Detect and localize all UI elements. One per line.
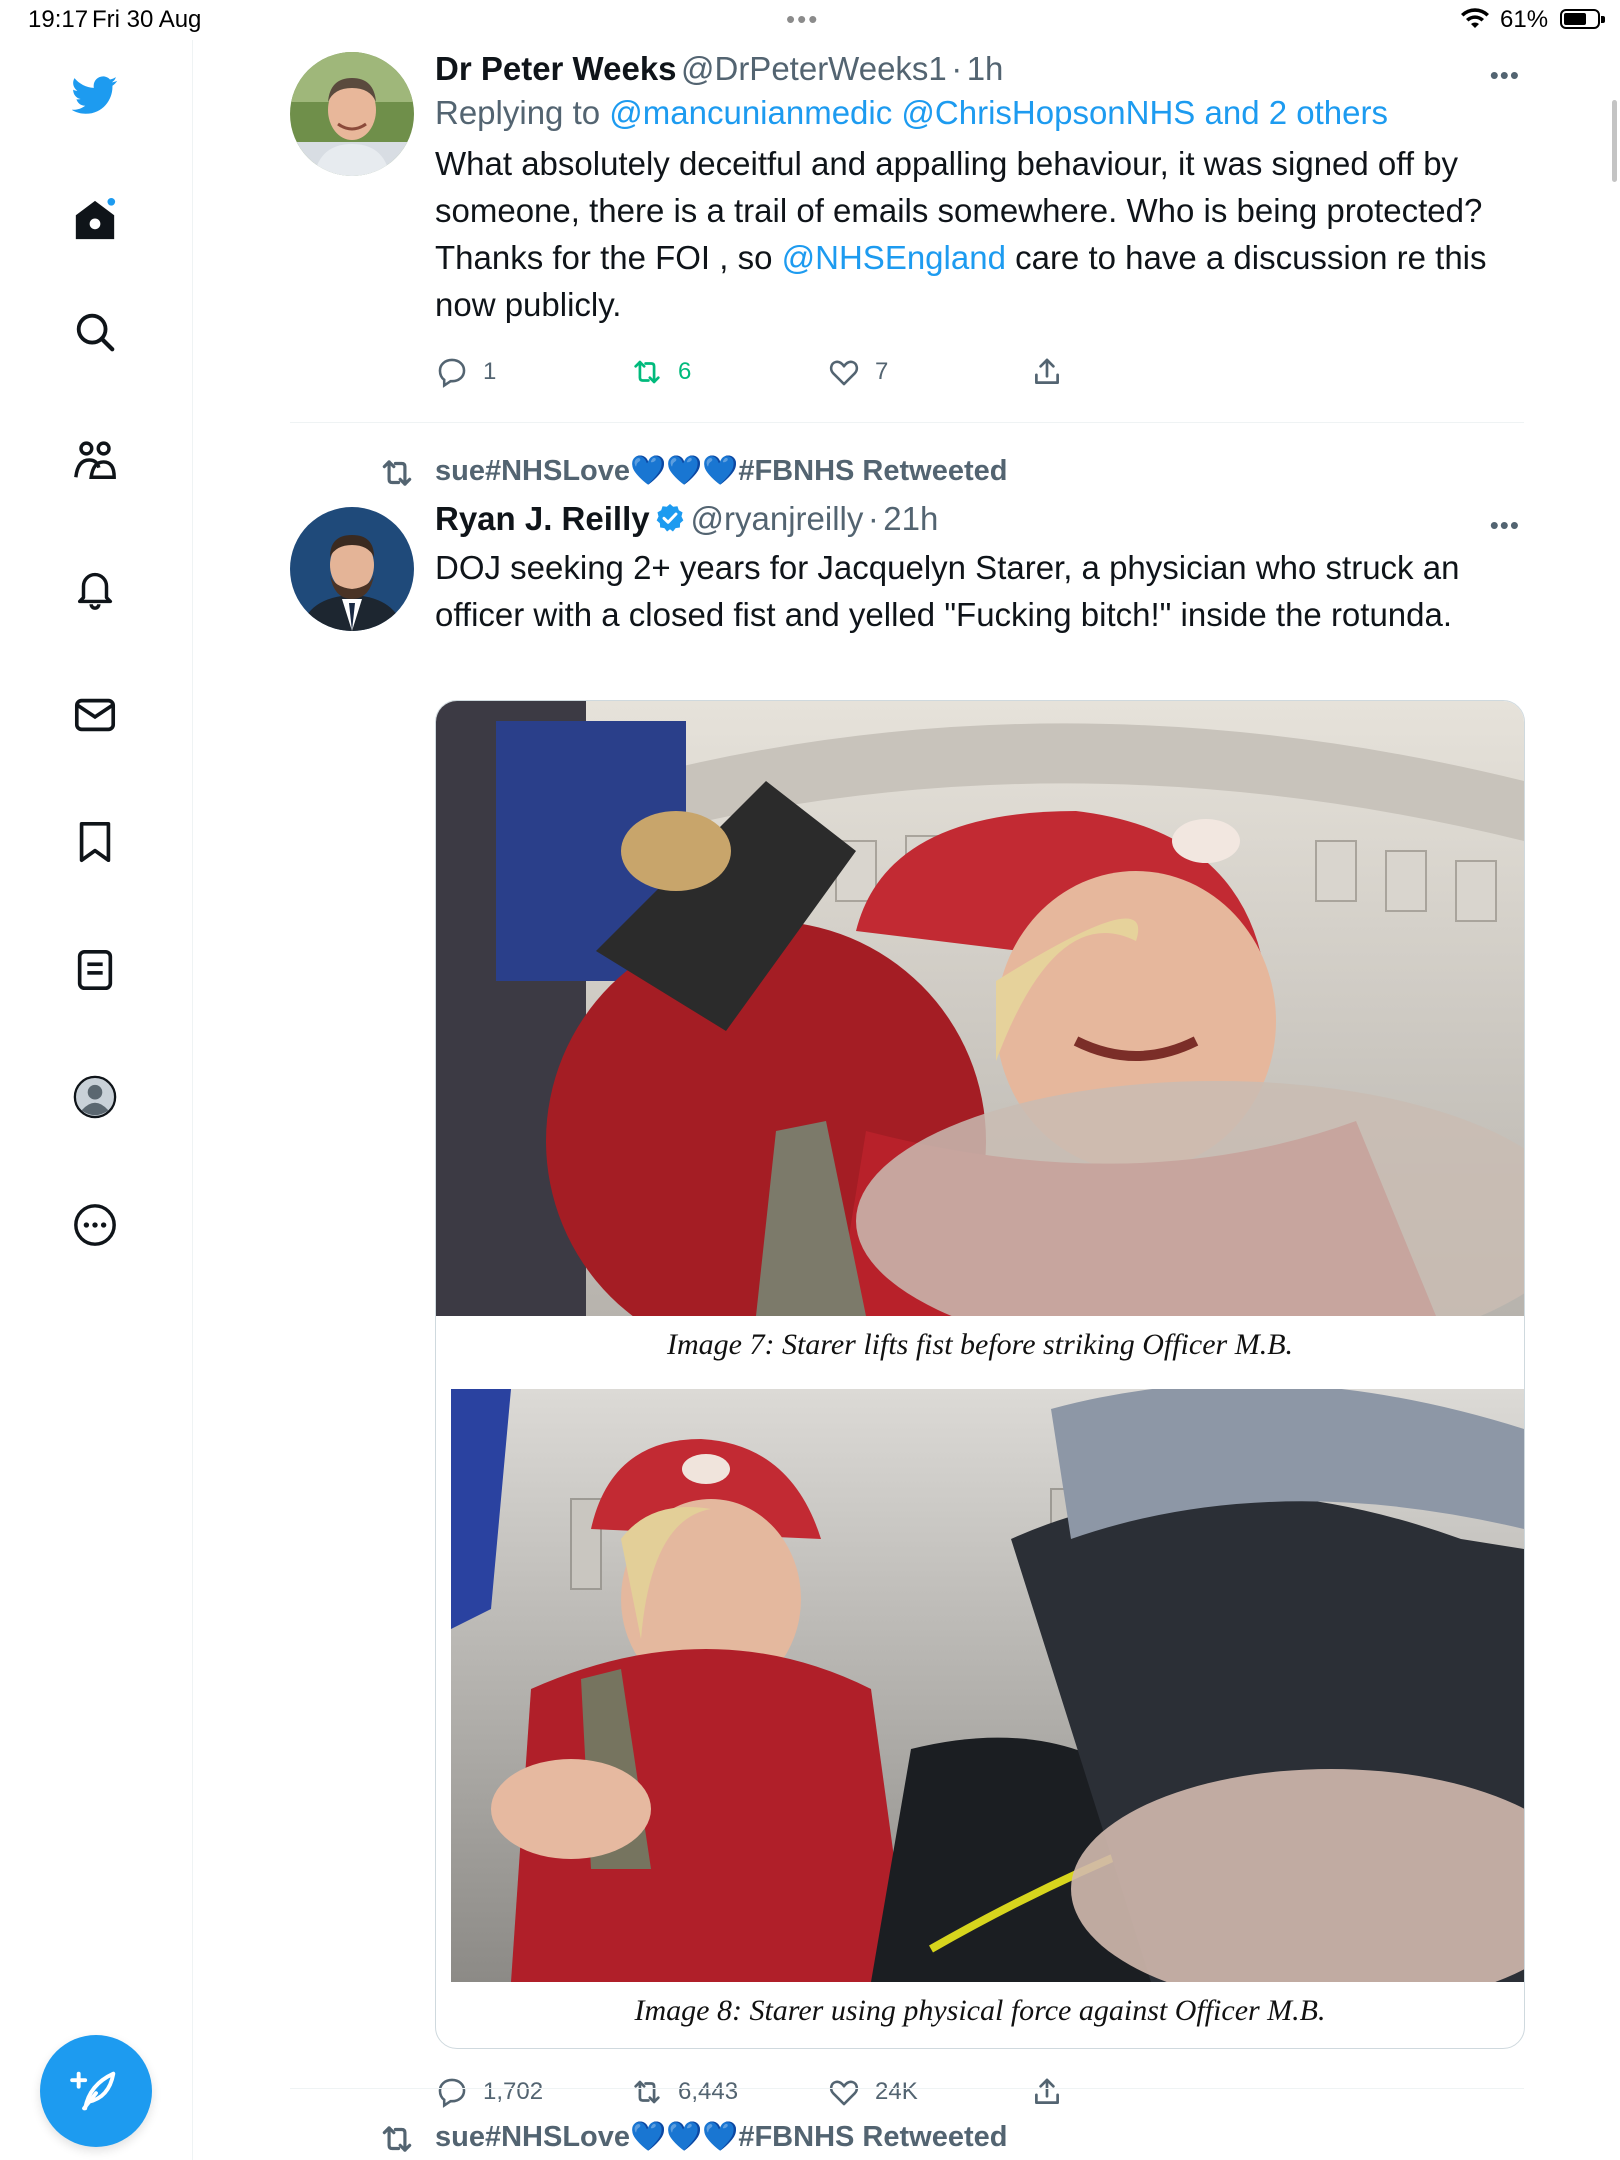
multitasking-dots-icon[interactable]: ••• <box>786 4 819 35</box>
verified-badge-icon <box>656 504 684 532</box>
separator-dot: · <box>951 50 963 87</box>
media-photo-2[interactable] <box>451 1389 1524 1982</box>
reply-count: 1 <box>483 358 497 385</box>
tweet-actions: 1 6 7 <box>435 355 1135 395</box>
compose-tweet-button[interactable] <box>40 2035 152 2147</box>
more-options-icon[interactable]: ••• <box>1490 60 1520 91</box>
like-button[interactable]: 24K <box>827 2075 918 2109</box>
sidebar-nav <box>0 40 193 2160</box>
author-handle[interactable]: @ryanjreilly <box>691 500 864 537</box>
replying-to-others[interactable]: and 2 others <box>1195 94 1387 131</box>
status-date: Fri 30 Aug <box>92 6 202 33</box>
like-count: 24K <box>875 2078 918 2105</box>
tweet-header: Ryan J. Reilly @ryanjreilly · 21h <box>435 500 938 538</box>
reply-button[interactable]: 1 <box>435 355 496 389</box>
tweet-header: Dr Peter Weeks @DrPeterWeeks1 · 1h <box>435 50 1003 88</box>
retweet-icon <box>634 2080 660 2104</box>
share-icon <box>1035 2078 1059 2104</box>
share-button[interactable] <box>1030 355 1064 389</box>
reply-icon <box>438 2078 466 2108</box>
notifications-bell-icon[interactable] <box>65 558 125 618</box>
retweet-icon <box>382 2126 412 2152</box>
media-caption-2: Image 8: Starer using physical force aga… <box>634 1994 1326 2027</box>
battery-icon <box>1560 9 1605 29</box>
retweeted-by-label[interactable]: sue#NHSLove💙💙💙#FBNHS Retweeted <box>435 454 1007 488</box>
tweet-media[interactable]: Image 7: Starer lifts fist before striki… <box>435 700 1525 2049</box>
retweet-icon <box>382 460 412 486</box>
avatar[interactable] <box>290 52 414 176</box>
media-photo-1[interactable] <box>436 701 1524 1316</box>
bookmarks-icon[interactable] <box>65 812 125 872</box>
more-options-icon[interactable]: ••• <box>1490 510 1520 541</box>
reply-icon <box>438 358 466 388</box>
tweet-time[interactable]: 21h <box>883 500 938 537</box>
avatar[interactable] <box>290 507 414 631</box>
search-icon[interactable] <box>65 302 125 362</box>
heart-icon <box>829 2080 859 2106</box>
share-button[interactable] <box>1030 2075 1064 2109</box>
tweet-text: What absolutely deceitful and appalling … <box>435 140 1520 328</box>
retweet-button[interactable]: 6,443 <box>630 2075 738 2109</box>
author-name[interactable]: Dr Peter Weeks <box>435 50 677 87</box>
replying-to-prefix: Replying to <box>435 94 610 131</box>
author-name[interactable]: Ryan J. Reilly <box>435 500 650 537</box>
replying-to: Replying to @mancunianmedic @ChrisHopson… <box>435 94 1388 132</box>
scrollbar[interactable] <box>1612 100 1617 182</box>
twitter-logo-icon[interactable] <box>65 65 125 125</box>
lists-icon[interactable] <box>65 940 125 1000</box>
tweet-mention[interactable]: @NHSEngland <box>782 239 1006 276</box>
profile-avatar-icon[interactable] <box>65 1067 125 1127</box>
messages-icon[interactable] <box>65 685 125 745</box>
media-caption-1: Image 7: Starer lifts fist before striki… <box>666 1328 1294 1361</box>
home-icon[interactable] <box>65 190 125 250</box>
communities-icon[interactable] <box>65 430 125 490</box>
replying-to-mentions[interactable]: @mancunianmedic @ChrisHopsonNHS <box>609 94 1195 131</box>
retweet-button[interactable]: 6 <box>630 355 691 389</box>
tweet-text: DOJ seeking 2+ years for Jacquelyn Stare… <box>435 549 1460 633</box>
tweet-time[interactable]: 1h <box>967 50 1004 87</box>
retweet-count: 6 <box>678 358 692 385</box>
share-icon <box>1035 358 1059 384</box>
retweet-icon <box>634 360 660 384</box>
status-bar: 19:17 Fri 30 Aug ••• 61% <box>0 0 1620 40</box>
battery-percent: 61% <box>1500 6 1549 33</box>
more-options-icon[interactable] <box>65 1195 125 1255</box>
like-count: 7 <box>875 358 889 385</box>
divider <box>290 422 1524 423</box>
author-handle[interactable]: @DrPeterWeeks1 <box>681 50 947 87</box>
wifi-icon <box>1460 8 1490 35</box>
separator-dot: · <box>867 500 879 537</box>
reply-count: 1,702 <box>483 2078 544 2105</box>
compose-feather-icon <box>70 2071 116 2111</box>
status-time: 19:17 <box>28 6 89 33</box>
like-button[interactable]: 7 <box>827 355 888 389</box>
retweet-count: 6,443 <box>678 2078 739 2105</box>
reply-button[interactable]: 1,702 <box>435 2075 543 2109</box>
retweeted-by-label[interactable]: sue#NHSLove💙💙💙#FBNHS Retweeted <box>435 2120 1007 2154</box>
tweet-actions: 1,702 6,443 24K <box>435 2075 1135 2115</box>
divider <box>290 2088 1524 2089</box>
heart-icon <box>829 360 859 386</box>
